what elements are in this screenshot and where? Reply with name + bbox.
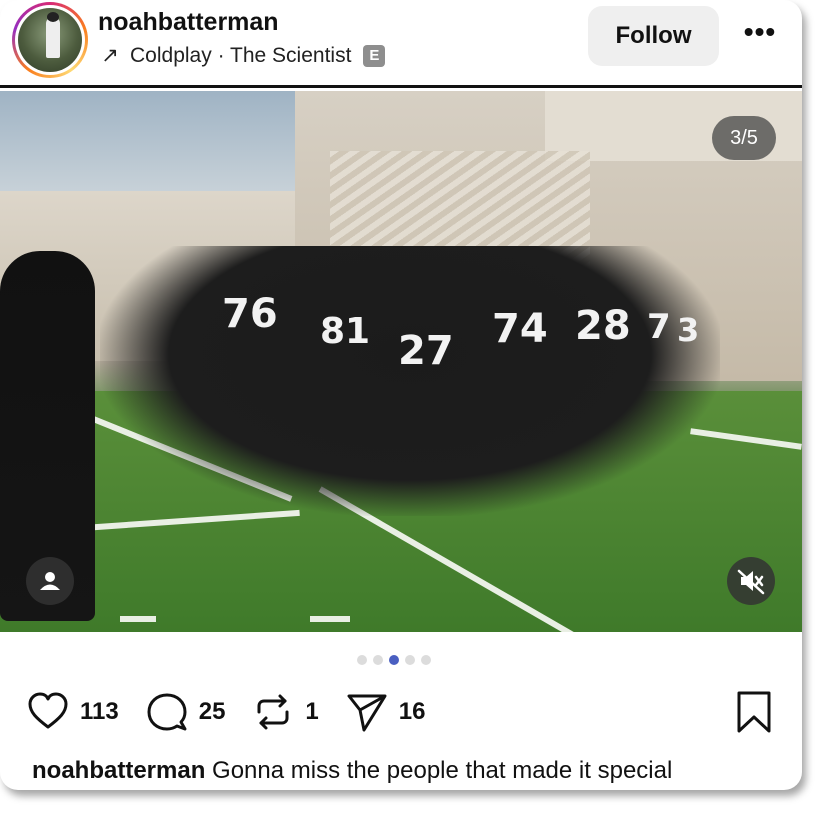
comment-action[interactable]: 25 [145,690,226,734]
avatar-image [18,8,82,72]
explicit-badge: E [363,44,386,67]
jersey-number: 76 [222,291,278,337]
share-count[interactable]: 16 [399,698,426,726]
username[interactable]: noahbatterman [98,8,279,37]
repost-action[interactable]: 1 [251,690,319,734]
share-action[interactable]: 16 [345,690,426,734]
jersey-number: 7 [647,307,671,347]
arrow-up-right-icon: ↗ [101,44,119,67]
caption-username[interactable]: noahbatterman [32,757,205,784]
carousel-dot [373,655,383,665]
heart-icon[interactable] [26,690,70,734]
music-song: The Scientist [230,43,352,67]
avatar[interactable] [12,2,88,78]
comment-icon[interactable] [145,690,189,734]
music-info[interactable]: ↗ Coldplay · The Scientist E [98,43,386,68]
follow-button[interactable]: Follow [588,6,719,66]
carousel-indicator [357,655,431,665]
repost-count[interactable]: 1 [305,698,318,726]
post-header: noahbatterman ↗ Coldplay · The Scientist… [0,0,802,88]
jersey-number: 81 [320,311,371,352]
carousel-dot [357,655,367,665]
bookmark-icon[interactable] [734,690,774,734]
post-card: noahbatterman ↗ Coldplay · The Scientist… [0,0,802,790]
jersey-number: 74 [492,306,548,352]
caption-text: Gonna miss the people that made it speci… [212,757,673,784]
like-count[interactable]: 113 [80,698,119,726]
post-image[interactable]: 76 81 27 74 28 7 3 3/5 [0,91,802,632]
music-separator: · [217,43,225,67]
comment-count[interactable]: 25 [199,698,226,726]
post-caption: noahbatterman Gonna miss the people that… [32,757,672,785]
more-options-button[interactable]: ••• [736,16,784,56]
music-artist: Coldplay [130,43,212,67]
speaker-muted-icon[interactable] [727,557,775,605]
jersey-number: 3 [677,311,700,349]
image-counter: 3/5 [712,116,776,160]
action-bar: 113 25 1 16 [26,690,451,734]
jersey-number: 27 [398,328,454,374]
send-icon[interactable] [345,690,389,734]
repost-icon[interactable] [251,690,295,734]
user-tag-icon[interactable] [26,557,74,605]
team-huddle [100,246,720,516]
carousel-dot-active [389,655,399,665]
carousel-dot [405,655,415,665]
carousel-dot [421,655,431,665]
jersey-number: 28 [575,303,631,349]
like-action[interactable]: 113 [26,690,119,734]
